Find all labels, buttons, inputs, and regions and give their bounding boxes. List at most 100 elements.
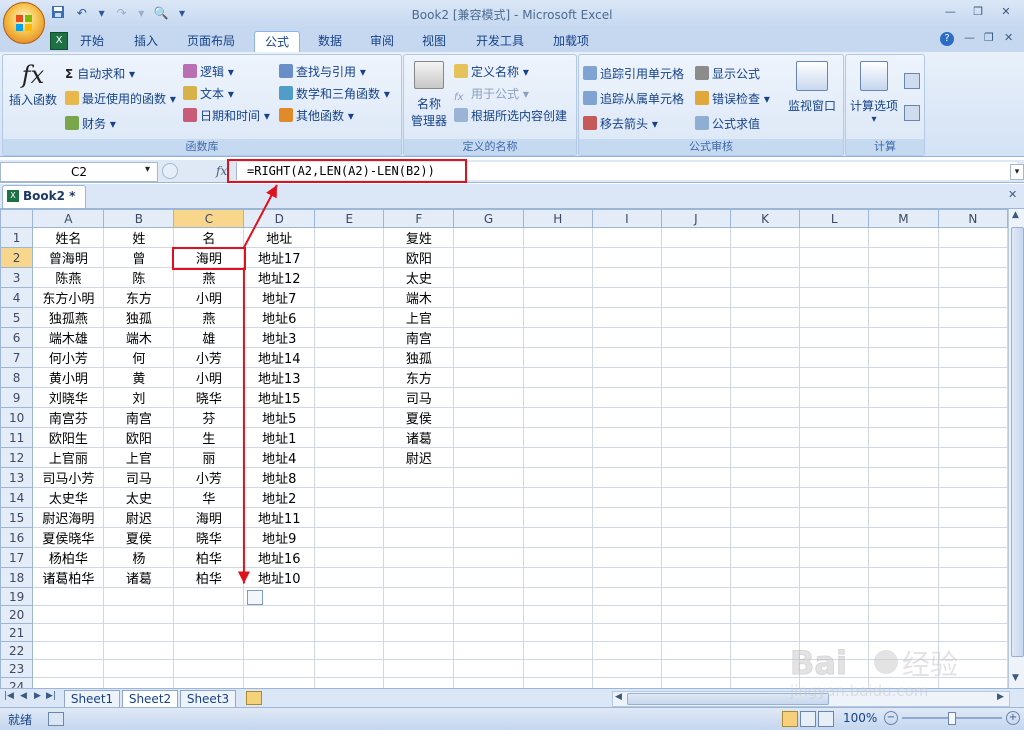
cell-i4[interactable] <box>591 287 662 308</box>
cell-e5[interactable] <box>314 307 385 328</box>
cell-c20[interactable] <box>173 605 245 624</box>
cell-h15[interactable] <box>522 507 593 528</box>
cell-n4[interactable] <box>937 287 1008 308</box>
cell-h1[interactable] <box>522 227 593 248</box>
cell-g12[interactable] <box>453 447 524 468</box>
cell-c8[interactable]: 小明 <box>173 367 245 388</box>
cell-l21[interactable] <box>799 623 870 642</box>
cell-d3[interactable]: 地址12 <box>243 267 316 288</box>
row-header[interactable]: 1 <box>0 227 34 248</box>
cell-g2[interactable] <box>453 247 524 268</box>
cell-j14[interactable] <box>660 487 731 508</box>
cell-l12[interactable] <box>799 447 870 468</box>
tab-page-layout[interactable]: 页面布局 <box>178 31 244 51</box>
cell-l2[interactable] <box>799 247 870 268</box>
cell-n15[interactable] <box>937 507 1008 528</box>
cell-a9[interactable]: 刘晓华 <box>32 387 105 408</box>
cell-e18[interactable] <box>314 567 385 588</box>
zoom-slider-thumb[interactable] <box>948 712 956 725</box>
cell-m19[interactable] <box>868 587 939 606</box>
cell-j5[interactable] <box>660 307 731 328</box>
cell-h12[interactable] <box>522 447 593 468</box>
formula-bar-expand-icon[interactable]: ▾ <box>1010 164 1024 180</box>
cell-f21[interactable] <box>383 623 455 642</box>
last-sheet-icon[interactable]: ▶| <box>46 691 56 701</box>
cell-c4[interactable]: 小明 <box>173 287 245 308</box>
cell-c11[interactable]: 生 <box>173 427 245 448</box>
cell-e23[interactable] <box>314 659 385 678</box>
cell-n13[interactable] <box>937 467 1008 488</box>
column-header-a[interactable]: A <box>32 209 105 228</box>
cell-i21[interactable] <box>591 623 662 642</box>
cell-l7[interactable] <box>799 347 870 368</box>
row-header[interactable]: 6 <box>0 327 34 348</box>
first-sheet-icon[interactable]: |◀ <box>4 691 14 701</box>
cell-d8[interactable]: 地址13 <box>243 367 316 388</box>
cell-f24[interactable] <box>383 677 455 688</box>
cell-m21[interactable] <box>868 623 939 642</box>
cell-f10[interactable]: 夏侯 <box>383 407 455 428</box>
cell-c19[interactable] <box>173 587 245 606</box>
cell-a23[interactable] <box>32 659 105 678</box>
cell-c10[interactable]: 芬 <box>173 407 245 428</box>
sheet-tab-2[interactable]: Sheet2 <box>122 690 178 708</box>
cell-m2[interactable] <box>868 247 939 268</box>
cell-e3[interactable] <box>314 267 385 288</box>
cell-i9[interactable] <box>591 387 662 408</box>
cell-j22[interactable] <box>660 641 731 660</box>
cell-e15[interactable] <box>314 507 385 528</box>
cell-g10[interactable] <box>453 407 524 428</box>
cell-h19[interactable] <box>522 587 593 606</box>
name-manager-button[interactable]: 名称 管理器 <box>406 61 452 131</box>
cell-j18[interactable] <box>660 567 731 588</box>
cell-j23[interactable] <box>660 659 731 678</box>
logical-button[interactable]: 逻辑 ▾ <box>183 63 234 80</box>
cell-b3[interactable]: 陈 <box>103 267 175 288</box>
cell-d17[interactable]: 地址16 <box>243 547 316 568</box>
cell-g11[interactable] <box>453 427 524 448</box>
column-header-i[interactable]: I <box>591 209 662 228</box>
scroll-up-icon[interactable]: ▲ <box>1012 210 1019 220</box>
cell-h22[interactable] <box>522 641 593 660</box>
name-box[interactable]: C2 <box>0 162 158 182</box>
cell-m5[interactable] <box>868 307 939 328</box>
cell-n1[interactable] <box>937 227 1008 248</box>
row-header[interactable]: 17 <box>0 547 34 568</box>
cell-j15[interactable] <box>660 507 731 528</box>
cell-m15[interactable] <box>868 507 939 528</box>
cell-b18[interactable]: 诸葛 <box>103 567 175 588</box>
page-break-view-icon[interactable] <box>818 711 834 727</box>
cell-b2[interactable]: 曾 <box>103 247 175 268</box>
cell-b17[interactable]: 杨 <box>103 547 175 568</box>
cell-a4[interactable]: 东方小明 <box>32 287 105 308</box>
row-header[interactable]: 23 <box>0 659 34 678</box>
cell-d5[interactable]: 地址6 <box>243 307 316 328</box>
cell-n12[interactable] <box>937 447 1008 468</box>
cell-h4[interactable] <box>522 287 593 308</box>
cell-h6[interactable] <box>522 327 593 348</box>
cell-h14[interactable] <box>522 487 593 508</box>
cell-e4[interactable] <box>314 287 385 308</box>
tab-insert[interactable]: 插入 <box>124 31 168 51</box>
column-header-m[interactable]: M <box>868 209 939 228</box>
tab-formulas[interactable]: 公式 <box>254 31 300 52</box>
cell-j24[interactable] <box>660 677 731 688</box>
cell-a10[interactable]: 南宫芬 <box>32 407 105 428</box>
lookup-reference-button[interactable]: 查找与引用 ▾ <box>279 63 366 80</box>
next-sheet-icon[interactable]: ▶ <box>34 691 41 701</box>
tab-addins[interactable]: 加载项 <box>546 31 596 51</box>
cell-j1[interactable] <box>660 227 731 248</box>
cell-c1[interactable]: 名 <box>173 227 245 248</box>
datetime-button[interactable]: 日期和时间 ▾ <box>183 107 270 124</box>
cell-e12[interactable] <box>314 447 385 468</box>
minimize-icon[interactable]: — <box>938 3 962 21</box>
row-header[interactable]: 15 <box>0 507 34 528</box>
cell-c12[interactable]: 丽 <box>173 447 245 468</box>
cell-n8[interactable] <box>937 367 1008 388</box>
cell-e7[interactable] <box>314 347 385 368</box>
row-header[interactable]: 4 <box>0 287 34 308</box>
cell-l19[interactable] <box>799 587 870 606</box>
cell-n9[interactable] <box>937 387 1008 408</box>
sheet-tab-1[interactable]: Sheet1 <box>64 690 120 708</box>
column-header-g[interactable]: G <box>453 209 524 228</box>
